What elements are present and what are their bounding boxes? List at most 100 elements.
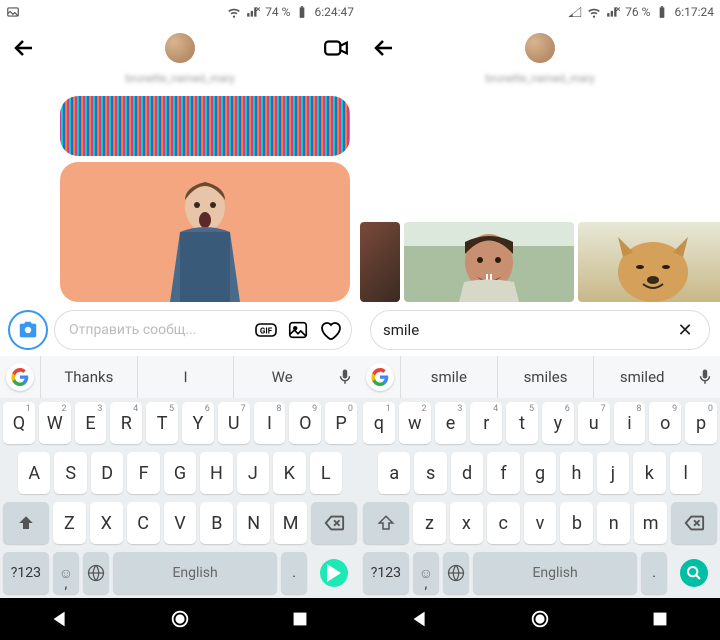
key-e[interactable]: e3 bbox=[435, 402, 467, 444]
nav-recent-icon[interactable] bbox=[289, 608, 311, 630]
key-j[interactable]: j bbox=[597, 452, 629, 494]
mic-button[interactable] bbox=[330, 368, 360, 386]
key-l[interactable]: l bbox=[670, 452, 702, 494]
key-l[interactable]: L bbox=[310, 452, 342, 494]
key-u[interactable]: u7 bbox=[578, 402, 610, 444]
back-button[interactable] bbox=[370, 34, 398, 62]
nav-home-icon[interactable] bbox=[169, 608, 191, 630]
key-a[interactable]: a bbox=[378, 452, 410, 494]
period-key[interactable]: . bbox=[281, 552, 307, 594]
google-icon[interactable] bbox=[366, 363, 394, 391]
key-t[interactable]: T5 bbox=[146, 402, 178, 444]
numeric-key[interactable]: ?123 bbox=[3, 552, 49, 594]
suggestion[interactable]: Thanks bbox=[40, 356, 137, 398]
key-d[interactable]: d bbox=[451, 452, 483, 494]
like-button[interactable] bbox=[317, 317, 343, 343]
key-y[interactable]: Y6 bbox=[182, 402, 214, 444]
key-o[interactable]: o9 bbox=[649, 402, 681, 444]
key-i[interactable]: i8 bbox=[614, 402, 646, 444]
backspace-key[interactable] bbox=[671, 502, 717, 544]
emoji-key[interactable]: ☺, bbox=[53, 552, 79, 594]
suggestion[interactable]: smiled bbox=[593, 356, 690, 398]
key-n[interactable]: n bbox=[597, 502, 630, 544]
key-c[interactable]: C bbox=[127, 502, 160, 544]
key-v[interactable]: v bbox=[524, 502, 557, 544]
mic-button[interactable] bbox=[690, 368, 720, 386]
gif-message[interactable] bbox=[60, 96, 350, 156]
key-b[interactable]: B bbox=[200, 502, 233, 544]
globe-key[interactable] bbox=[443, 552, 469, 594]
suggestion[interactable]: smiles bbox=[497, 356, 594, 398]
key-q[interactable]: Q1 bbox=[3, 402, 35, 444]
key-s[interactable]: s bbox=[414, 452, 446, 494]
gallery-button[interactable] bbox=[285, 317, 311, 343]
google-icon[interactable] bbox=[6, 363, 34, 391]
gif-result[interactable] bbox=[404, 222, 574, 302]
nav-home-icon[interactable] bbox=[529, 608, 551, 630]
key-h[interactable]: h bbox=[560, 452, 592, 494]
key-q[interactable]: q1 bbox=[363, 402, 395, 444]
shift-key[interactable] bbox=[3, 502, 49, 544]
gif-button[interactable]: GIF bbox=[253, 317, 279, 343]
key-o[interactable]: O9 bbox=[289, 402, 321, 444]
back-button[interactable] bbox=[10, 34, 38, 62]
nav-back-icon[interactable] bbox=[409, 608, 431, 630]
backspace-key[interactable] bbox=[311, 502, 357, 544]
gif-message[interactable] bbox=[60, 162, 350, 302]
avatar[interactable] bbox=[525, 33, 555, 63]
key-k[interactable]: k bbox=[633, 452, 665, 494]
nav-back-icon[interactable] bbox=[49, 608, 71, 630]
nav-recent-icon[interactable] bbox=[649, 608, 671, 630]
key-m[interactable]: m bbox=[634, 502, 667, 544]
suggestion[interactable]: I bbox=[137, 356, 234, 398]
camera-button[interactable] bbox=[8, 310, 48, 350]
numeric-key[interactable]: ?123 bbox=[363, 552, 409, 594]
send-key[interactable] bbox=[311, 552, 357, 594]
key-x[interactable]: X bbox=[90, 502, 123, 544]
emoji-key[interactable]: ☺, bbox=[413, 552, 439, 594]
key-d[interactable]: D bbox=[91, 452, 123, 494]
clear-button[interactable]: ✕ bbox=[673, 318, 697, 342]
message-input[interactable] bbox=[69, 322, 247, 338]
key-v[interactable]: V bbox=[164, 502, 197, 544]
video-call-button[interactable] bbox=[322, 34, 350, 62]
key-n[interactable]: N bbox=[237, 502, 270, 544]
gif-result[interactable] bbox=[578, 222, 720, 302]
key-e[interactable]: E3 bbox=[75, 402, 107, 444]
suggestion[interactable]: We bbox=[233, 356, 330, 398]
gif-result[interactable] bbox=[360, 222, 400, 302]
key-z[interactable]: Z bbox=[53, 502, 86, 544]
key-h[interactable]: H bbox=[200, 452, 232, 494]
key-c[interactable]: c bbox=[487, 502, 520, 544]
avatar[interactable] bbox=[165, 33, 195, 63]
key-t[interactable]: t5 bbox=[506, 402, 538, 444]
key-g[interactable]: g bbox=[524, 452, 556, 494]
key-x[interactable]: x bbox=[450, 502, 483, 544]
key-g[interactable]: G bbox=[164, 452, 196, 494]
key-k[interactable]: K bbox=[273, 452, 305, 494]
key-f[interactable]: f bbox=[487, 452, 519, 494]
key-m[interactable]: M bbox=[274, 502, 307, 544]
key-i[interactable]: I8 bbox=[254, 402, 286, 444]
shift-key[interactable] bbox=[363, 502, 409, 544]
key-w[interactable]: w2 bbox=[399, 402, 431, 444]
suggestion[interactable]: smile bbox=[400, 356, 497, 398]
key-y[interactable]: y6 bbox=[542, 402, 574, 444]
key-s[interactable]: S bbox=[54, 452, 86, 494]
key-z[interactable]: z bbox=[413, 502, 446, 544]
key-p[interactable]: p0 bbox=[685, 402, 717, 444]
key-b[interactable]: b bbox=[560, 502, 593, 544]
key-r[interactable]: r4 bbox=[470, 402, 502, 444]
space-key[interactable]: English bbox=[473, 552, 637, 594]
key-r[interactable]: R4 bbox=[110, 402, 142, 444]
search-key[interactable] bbox=[671, 552, 717, 594]
period-key[interactable]: . bbox=[641, 552, 667, 594]
key-w[interactable]: W2 bbox=[39, 402, 71, 444]
key-j[interactable]: J bbox=[237, 452, 269, 494]
space-key[interactable]: English bbox=[113, 552, 277, 594]
key-u[interactable]: U7 bbox=[218, 402, 250, 444]
key-p[interactable]: P0 bbox=[325, 402, 357, 444]
key-a[interactable]: A bbox=[18, 452, 50, 494]
key-f[interactable]: F bbox=[127, 452, 159, 494]
globe-key[interactable] bbox=[83, 552, 109, 594]
